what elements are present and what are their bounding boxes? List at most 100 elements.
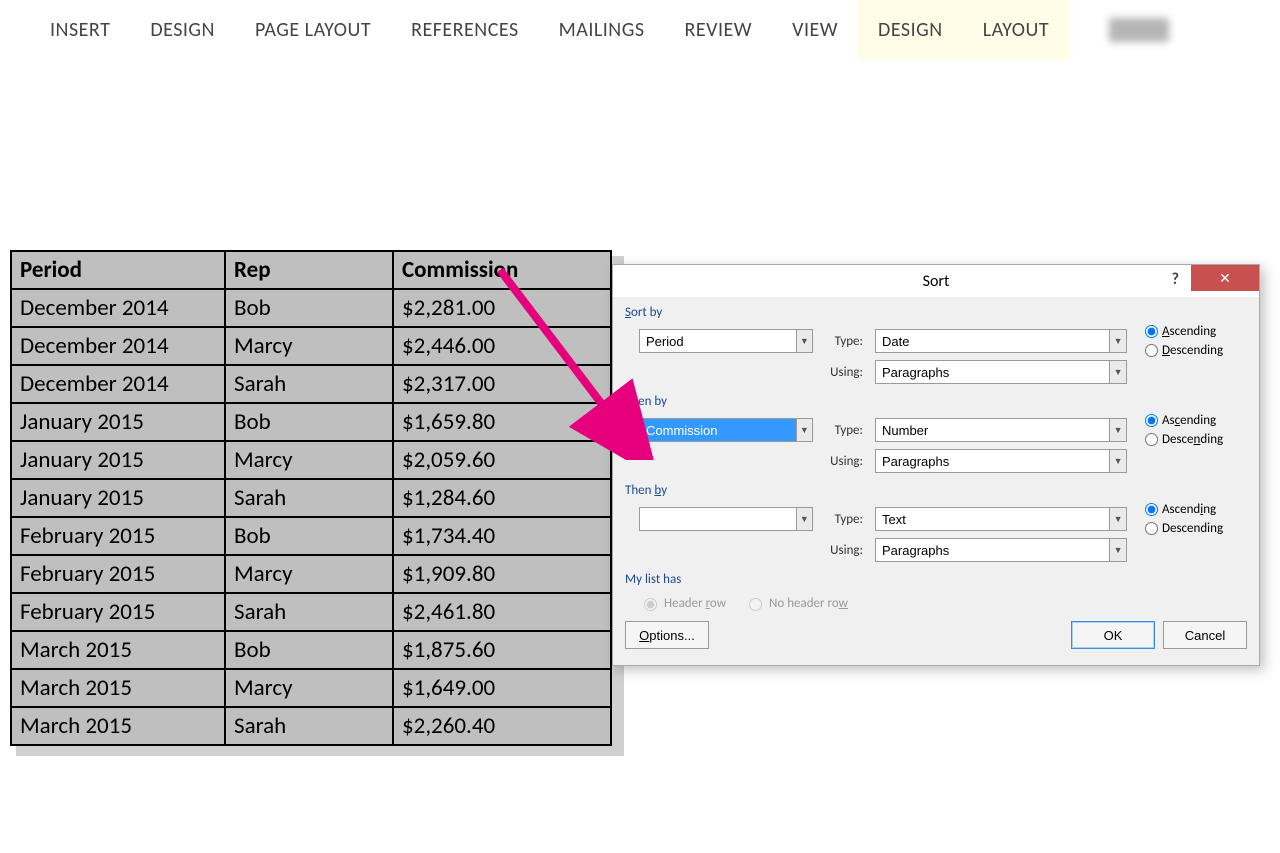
then-by-2-using-input[interactable] <box>876 539 1109 561</box>
then-by-2-using-combo[interactable]: ▼ <box>875 538 1127 562</box>
then-by-2-field-input[interactable] <box>640 508 796 530</box>
chevron-down-icon[interactable]: ▼ <box>1109 330 1126 352</box>
close-button[interactable]: ✕ <box>1191 265 1259 291</box>
sort-by-descending-radio[interactable]: Descending <box>1145 343 1223 358</box>
table-row[interactable]: March 2015Sarah$2,260.40 <box>11 707 611 745</box>
table-cell[interactable]: January 2015 <box>11 479 225 517</box>
header-commission[interactable]: Commission <box>393 251 611 289</box>
table-row[interactable]: March 2015Marcy$1,649.00 <box>11 669 611 707</box>
then-by-field-input[interactable] <box>640 419 796 441</box>
table-cell[interactable]: $1,734.40 <box>393 517 611 555</box>
chevron-down-icon[interactable]: ▼ <box>796 508 812 530</box>
chevron-down-icon[interactable]: ▼ <box>1109 539 1126 561</box>
tab-mailings[interactable]: MAILINGS <box>539 0 665 60</box>
commission-table[interactable]: Period Rep Commission December 2014Bob$2… <box>10 250 612 746</box>
tab-table-design[interactable]: DESIGN <box>858 0 963 60</box>
table-cell[interactable]: Marcy <box>225 441 393 479</box>
sort-by-field-combo[interactable]: ▼ <box>639 329 813 353</box>
chevron-down-icon[interactable]: ▼ <box>1109 361 1126 383</box>
sort-by-field-input[interactable] <box>640 330 796 352</box>
help-icon[interactable]: ? <box>1172 270 1179 289</box>
table-cell[interactable]: $1,659.80 <box>393 403 611 441</box>
table-row[interactable]: January 2015Marcy$2,059.60 <box>11 441 611 479</box>
table-row[interactable]: February 2015Bob$1,734.40 <box>11 517 611 555</box>
table-cell[interactable]: Bob <box>225 289 393 327</box>
sort-by-using-combo[interactable]: ▼ <box>875 360 1127 384</box>
then-by-2-ascending-radio[interactable]: Ascending <box>1145 502 1223 517</box>
then-by-2-field-combo[interactable]: ▼ <box>639 507 813 531</box>
ok-button[interactable]: OK <box>1071 621 1155 649</box>
table-cell[interactable]: Bob <box>225 403 393 441</box>
table-cell[interactable]: February 2015 <box>11 593 225 631</box>
table-cell[interactable]: February 2015 <box>11 517 225 555</box>
table-cell[interactable]: $2,059.60 <box>393 441 611 479</box>
tab-page-layout[interactable]: PAGE LAYOUT <box>235 0 391 60</box>
table-row[interactable]: December 2014Bob$2,281.00 <box>11 289 611 327</box>
tab-insert[interactable]: INSERT <box>30 0 130 60</box>
sort-by-type-input[interactable] <box>876 330 1109 352</box>
table-cell[interactable]: $1,875.60 <box>393 631 611 669</box>
then-by-2-descending-radio[interactable]: Descending <box>1145 521 1223 536</box>
table-cell[interactable]: Sarah <box>225 479 393 517</box>
table-cell[interactable]: January 2015 <box>11 441 225 479</box>
header-row-radio[interactable]: Header row <box>639 595 726 611</box>
table-row[interactable]: March 2015Bob$1,875.60 <box>11 631 611 669</box>
table-cell[interactable]: January 2015 <box>11 403 225 441</box>
table-header-row[interactable]: Period Rep Commission <box>11 251 611 289</box>
then-by-type-combo[interactable]: ▼ <box>875 418 1127 442</box>
table-row[interactable]: February 2015Marcy$1,909.80 <box>11 555 611 593</box>
chevron-down-icon[interactable]: ▼ <box>1109 508 1126 530</box>
table-cell[interactable]: $1,284.60 <box>393 479 611 517</box>
table-cell[interactable]: Sarah <box>225 593 393 631</box>
table-cell[interactable]: $2,446.00 <box>393 327 611 365</box>
header-rep[interactable]: Rep <box>225 251 393 289</box>
then-by-2-type-combo[interactable]: ▼ <box>875 507 1127 531</box>
table-row[interactable]: December 2014Sarah$2,317.00 <box>11 365 611 403</box>
table-cell[interactable]: $2,317.00 <box>393 365 611 403</box>
table-cell[interactable]: February 2015 <box>11 555 225 593</box>
tab-references[interactable]: REFERENCES <box>391 0 539 60</box>
table-cell[interactable]: $2,260.40 <box>393 707 611 745</box>
sort-by-using-input[interactable] <box>876 361 1109 383</box>
then-by-field-combo[interactable]: ▼ <box>639 418 813 442</box>
tab-design[interactable]: DESIGN <box>130 0 235 60</box>
chevron-down-icon[interactable]: ▼ <box>796 419 812 441</box>
tab-view[interactable]: VIEW <box>772 0 858 60</box>
table-cell[interactable]: $2,281.00 <box>393 289 611 327</box>
table-cell[interactable]: March 2015 <box>11 631 225 669</box>
chevron-down-icon[interactable]: ▼ <box>1109 450 1126 472</box>
tab-table-layout[interactable]: LAYOUT <box>963 0 1069 60</box>
header-period[interactable]: Period <box>11 251 225 289</box>
table-row[interactable]: December 2014Marcy$2,446.00 <box>11 327 611 365</box>
then-by-type-input[interactable] <box>876 419 1109 441</box>
table-cell[interactable]: Marcy <box>225 327 393 365</box>
cancel-button[interactable]: Cancel <box>1163 621 1247 649</box>
table-cell[interactable]: $2,461.80 <box>393 593 611 631</box>
table-cell[interactable]: December 2014 <box>11 327 225 365</box>
table-row[interactable]: January 2015Bob$1,659.80 <box>11 403 611 441</box>
chevron-down-icon[interactable]: ▼ <box>1109 419 1126 441</box>
table-cell[interactable]: December 2014 <box>11 365 225 403</box>
table-cell[interactable]: March 2015 <box>11 669 225 707</box>
chevron-down-icon[interactable]: ▼ <box>796 330 812 352</box>
dialog-title-bar[interactable]: Sort ? ✕ <box>613 265 1259 297</box>
table-cell[interactable]: March 2015 <box>11 707 225 745</box>
table-cell[interactable]: $1,649.00 <box>393 669 611 707</box>
table-cell[interactable]: Bob <box>225 517 393 555</box>
table-cell[interactable]: Marcy <box>225 555 393 593</box>
table-cell[interactable]: Sarah <box>225 707 393 745</box>
sort-by-ascending-radio[interactable]: Ascending <box>1145 324 1223 339</box>
table-cell[interactable]: $1,909.80 <box>393 555 611 593</box>
sort-by-type-combo[interactable]: ▼ <box>875 329 1127 353</box>
table-row[interactable]: February 2015Sarah$2,461.80 <box>11 593 611 631</box>
table-cell[interactable]: Marcy <box>225 669 393 707</box>
then-by-descending-radio[interactable]: Descending <box>1145 432 1223 447</box>
then-by-2-type-input[interactable] <box>876 508 1109 530</box>
no-header-row-radio[interactable]: No header row <box>744 595 848 611</box>
table-cell[interactable]: Bob <box>225 631 393 669</box>
then-by-using-combo[interactable]: ▼ <box>875 449 1127 473</box>
table-row[interactable]: January 2015Sarah$1,284.60 <box>11 479 611 517</box>
options-button[interactable]: Options... <box>625 621 709 649</box>
then-by-ascending-radio[interactable]: Ascending <box>1145 413 1223 428</box>
table-cell[interactable]: December 2014 <box>11 289 225 327</box>
